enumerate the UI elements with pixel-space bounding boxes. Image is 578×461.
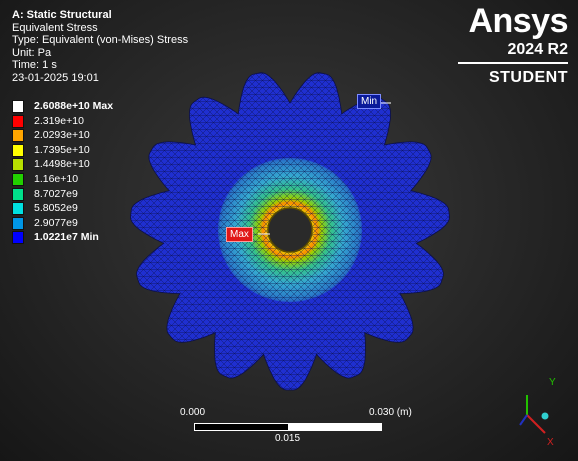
legend-swatch xyxy=(12,172,24,186)
coordinate-triad: Y X xyxy=(519,377,556,448)
brand-version: 2024 R2 xyxy=(507,41,569,58)
result-unit: Unit: Pa xyxy=(12,46,52,59)
legend-swatch xyxy=(12,143,24,157)
scale-bar-graphic xyxy=(194,423,382,431)
legend-swatch xyxy=(12,231,24,245)
result-timestamp: 23-01-2025 19:01 xyxy=(12,71,99,84)
legend-swatch xyxy=(12,216,24,230)
legend-label: 1.16e+10 xyxy=(34,172,79,185)
logo-divider xyxy=(458,62,568,64)
result-name: Equivalent Stress xyxy=(12,21,98,34)
legend-swatch xyxy=(12,187,24,201)
brand-edition: STUDENT xyxy=(488,69,568,86)
max-probe-label[interactable]: Max xyxy=(226,227,253,242)
scale-start-label: 0.000 xyxy=(180,407,206,418)
legend-label: 5.8052e9 xyxy=(34,202,78,215)
scale-end-label: 0.030 (m) xyxy=(369,407,412,418)
brand-name: Ansys xyxy=(468,2,568,40)
legend-label: 2.9077e9 xyxy=(34,216,78,229)
triad-y-label: Y xyxy=(549,377,556,388)
legend-label: 2.6088e+10 Max xyxy=(34,100,114,112)
legend-label: 1.4498e+10 xyxy=(34,158,90,171)
legend-swatch xyxy=(12,100,24,113)
legend-swatch xyxy=(12,114,24,128)
analysis-title: A: Static Structural xyxy=(12,9,112,21)
triad-z-axis xyxy=(519,414,528,426)
legend-swatch xyxy=(12,202,24,216)
triad-x-label: X xyxy=(547,437,554,448)
scale-bar: 0.000 0.030 (m) 0.015 xyxy=(180,407,420,447)
center-bore-hole xyxy=(267,207,313,253)
scale-mid-label: 0.015 xyxy=(275,433,301,444)
ansys-logo: Ansys 2024 R2 STUDENT xyxy=(458,2,569,87)
min-probe-label[interactable]: Min xyxy=(357,94,382,109)
legend-swatch xyxy=(12,158,24,172)
triad-iso-ball[interactable] xyxy=(541,412,549,420)
legend-label: 2.0293e+10 xyxy=(34,129,90,142)
legend-label: 1.0221e7 Min xyxy=(34,231,99,244)
legend-label: 8.7027e9 xyxy=(34,187,78,200)
analysis-info-panel: A: Static Structural Equivalent Stress T… xyxy=(12,9,188,84)
result-type: Type: Equivalent (von-Mises) Stress xyxy=(12,34,189,46)
legend-label: 1.7395e+10 xyxy=(34,143,90,156)
legend-label: 2.319e+10 xyxy=(34,114,84,127)
legend-swatch xyxy=(12,129,24,143)
result-time: Time: 1 s xyxy=(12,59,57,71)
